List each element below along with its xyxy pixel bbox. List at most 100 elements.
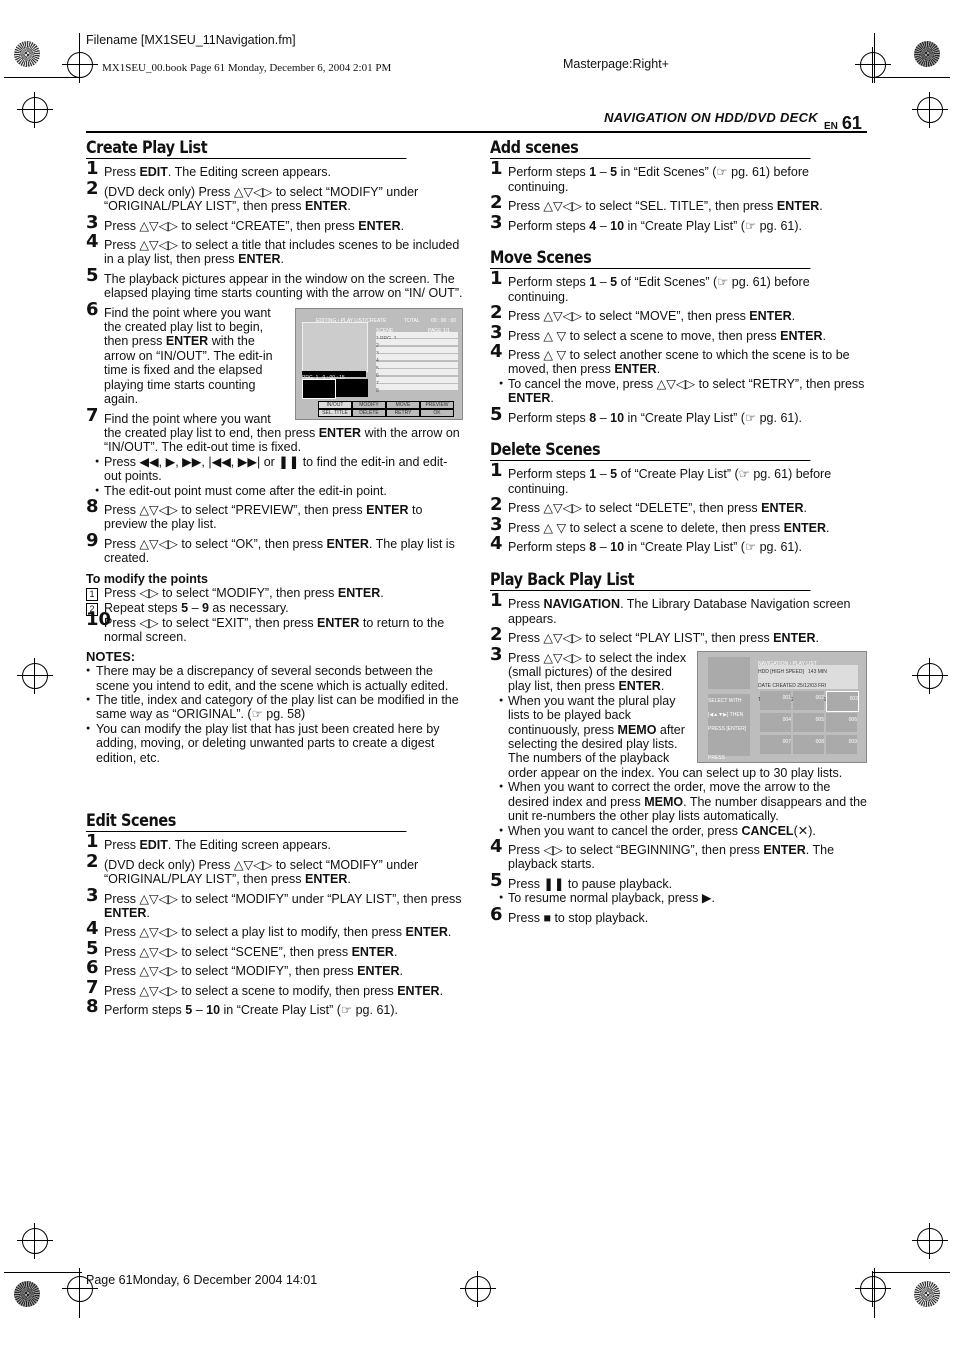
bold-text: ENTER — [763, 842, 806, 857]
step-number: 1 — [490, 590, 503, 612]
step-3: 3 NAVIGATION › PLAY LIST HDD [HIGH SPEED… — [490, 645, 867, 848]
crosshair-mark — [17, 92, 53, 128]
screen-button-modify[interactable]: MODIFY — [352, 400, 386, 409]
text-run: – — [188, 600, 202, 615]
text-run: Perform steps — [508, 218, 590, 233]
step-number: 3 — [86, 211, 99, 233]
text-run: . — [822, 328, 826, 343]
step-number: 2 — [490, 494, 503, 516]
step-5: 5 The playback pictures appear in the win… — [86, 266, 463, 301]
text-run: The title, index and category of the pla… — [96, 693, 459, 722]
text-run: Press △ ▽ to select another scene to whi… — [508, 348, 850, 377]
step-number: 9 — [86, 529, 99, 551]
bullet-note: When you want to correct the order, move… — [490, 780, 867, 823]
text-run: Perform steps — [508, 275, 590, 290]
step-number: 4 — [490, 341, 503, 363]
text-run: Press △▽◁▷ to select “MODIFY” under “PLA… — [104, 891, 462, 906]
text-run: in “Create Play List” (☞ pg. 61). — [220, 1003, 398, 1018]
bold-text: ENTER — [405, 925, 448, 940]
text-run: Find the point where you want the create… — [104, 411, 319, 440]
text-run: . — [400, 218, 405, 233]
screen-button-in-out[interactable]: IN/OUT — [318, 400, 352, 409]
bullet-note: The edit-out point must come after the e… — [86, 484, 463, 499]
scene-row[interactable]: 2 — [376, 339, 458, 349]
screen-button-preview[interactable]: PREVIEW — [420, 400, 454, 409]
text-run: . — [660, 679, 665, 694]
text-run: There may be a discrepancy of several se… — [96, 664, 449, 693]
notes-heading: NOTES: — [86, 648, 136, 664]
step-text: Press △▽◁▷ to select “DELETE”, then pres… — [508, 501, 807, 515]
step-number: 8 — [86, 996, 99, 1018]
step-5: 5 Perform steps 8 – 10 in “Create Play Li… — [490, 405, 867, 425]
text-run: Press ◁▷ to select “MODIFY”, then press — [104, 585, 338, 600]
text-run: To cancel the move, press △▽◁▷ to select… — [508, 376, 865, 391]
step-number: 3 — [490, 321, 503, 343]
step-3: 3 Press △ ▽ to select a scene to delete, … — [490, 515, 867, 535]
step-text: Press △▽◁▷ to select a play list to modi… — [104, 925, 451, 939]
text-run: Press ◀◀, ▶, ▶▶, |◀◀, ▶▶| or ❚❚ to find … — [104, 454, 448, 484]
text-run: Press △▽◁▷ to select “DELETE”, then pres… — [508, 501, 762, 516]
note-item: The title, index and category of the pla… — [86, 693, 463, 722]
bold-text: 9 — [202, 600, 209, 615]
step-text: Press △▽◁▷ to select “MODIFY”, then pres… — [104, 964, 403, 978]
step-text: Perform steps 1 – 5 of “Create Play List… — [508, 467, 831, 495]
step-4: 4 Press △ ▽ to select another scene to wh… — [490, 341, 867, 406]
step-8: 8 Perform steps 5 – 10 in “Create Play Li… — [86, 996, 463, 1018]
screen-button-move[interactable]: MOVE — [386, 400, 420, 409]
step-text: Press ◁▷ to select “MODIFY”, then press … — [104, 586, 384, 600]
text-run: Press △ ▽ to select a scene to delete, t… — [508, 520, 784, 535]
scene-row[interactable]: 8 — [376, 384, 458, 394]
scene-row[interactable]: 5 — [376, 361, 458, 372]
step-number: 4 — [490, 533, 503, 555]
step-10: 10 Press ◁▷ to select “EXIT”, then press … — [86, 608, 463, 645]
scene-row[interactable]: 3 — [376, 346, 458, 357]
step-7: 7 Press △▽◁▷ to select a scene to modify,… — [86, 978, 463, 998]
step-1: 1 Press NAVIGATION. The Library Database … — [490, 590, 867, 626]
step-number: 1 — [490, 460, 503, 482]
text-run: . — [803, 501, 807, 516]
text-run: Press ❚❚ to pause playback. — [508, 876, 673, 891]
scene-row[interactable]: 7 — [376, 376, 458, 387]
step-text: Perform steps 8 – 10 in “Create Play Lis… — [508, 540, 802, 554]
modify-points-heading: To modify the points — [86, 571, 208, 586]
step-1: 1 Perform steps 1 – 5 of “Create Play Lis… — [490, 460, 867, 496]
step-text: Press △▽◁▷ to select “PLAY LIST”, then p… — [508, 631, 819, 645]
page-number-value: 61 — [841, 113, 862, 133]
scene-row[interactable]: 1 PRG. 1 — [376, 331, 458, 342]
book-info: MX1SEU_00.book Page 61 Monday, December … — [102, 62, 392, 74]
section-create-play-list: Create Play List 1 Press EDIT. The Editing… — [86, 139, 463, 765]
bold-text: ENTER — [318, 425, 362, 440]
text-run: To resume normal playback, press ▶. — [508, 891, 715, 906]
section-edit-scenes: Edit Scenes 1 Press EDIT. The Editing scre… — [86, 812, 463, 1018]
right-column-playback: Play Back Play List 1 Press NAVIGATION. Th… — [490, 571, 867, 930]
text-run: Press ◁▷ to select “EXIT”, then press — [104, 615, 318, 630]
section-title: Edit Scenes — [86, 812, 407, 833]
scene-row[interactable]: 6 — [376, 369, 458, 379]
text-run: Perform steps — [104, 1003, 186, 1018]
text-run: . — [447, 925, 452, 940]
text-run: – — [596, 467, 611, 482]
text-run: (DVD deck only) Press △▽◁▷ to select “MO… — [104, 857, 419, 887]
text-run: Press △▽◁▷ to select a scene to modify, … — [104, 983, 398, 998]
right-column: Add scenes 1 Perform steps 1 – 5 in “Edit … — [490, 139, 867, 238]
scene-row[interactable]: 4 — [376, 354, 458, 364]
text-run: – — [192, 1003, 207, 1018]
step-text: Press △▽◁▷ to select “MODIFY” under “PLA… — [104, 892, 462, 920]
step-number: 6 — [86, 298, 99, 320]
step-number: 10 — [86, 608, 112, 630]
crosshair-mark — [460, 1271, 496, 1307]
text-run: – — [596, 540, 611, 555]
step-4: 4 Press △▽◁▷ to select a play list to mod… — [86, 920, 463, 940]
step-text: Perform steps 5 – 10 in “Create Play Lis… — [104, 1003, 398, 1017]
text-run: . — [791, 309, 796, 324]
bold-text: ENTER — [317, 615, 360, 630]
step-text: Perform steps 8 – 10 in “Create Play Lis… — [508, 411, 802, 425]
step-number: 2 — [86, 177, 99, 199]
bold-text: ENTER — [783, 520, 826, 535]
note-item: You can modify the play list that has ju… — [86, 722, 463, 765]
step-text: Press ◁▷ to select “EXIT”, then press EN… — [104, 616, 444, 644]
step-text: Press NAVIGATION. The Library Database N… — [508, 597, 851, 625]
step-text: Press △ ▽ to select a scene to delete, t… — [508, 521, 829, 535]
text-run: Press △ ▽ to select a scene to move, the… — [508, 328, 781, 343]
text-run: Press — [508, 597, 544, 612]
